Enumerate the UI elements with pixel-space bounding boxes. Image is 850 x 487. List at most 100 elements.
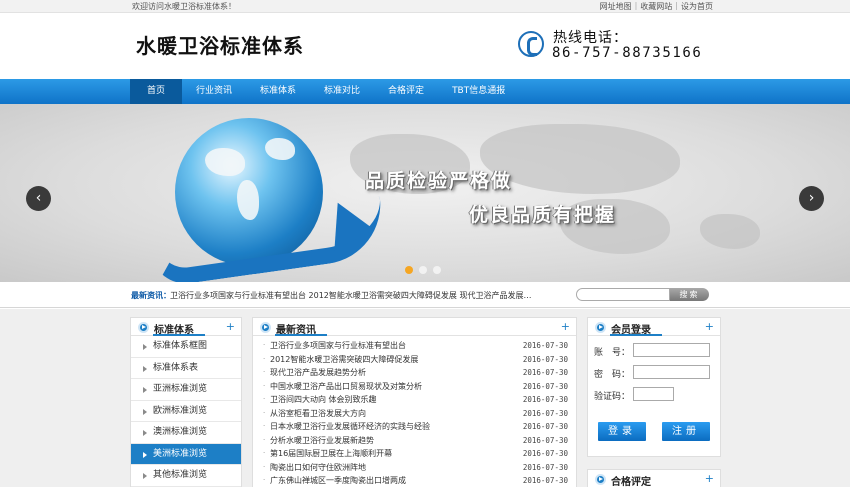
sidebar-item-asia[interactable]: 亚洲标准浏览 <box>131 379 241 401</box>
news-title[interactable]: 分析水暖卫浴行业发展新趋势 <box>270 434 374 448</box>
account-label: 账 号： <box>594 348 631 358</box>
news-ticker-bar: 最新资讯： 卫浴行业多项国家与行业标准有望出台 2012智能水暖卫浴需突破四大障… <box>0 282 850 308</box>
news-item[interactable]: · 分析水暖卫浴行业发展新趋势 2016-07-30 <box>263 434 568 448</box>
captcha-label: 验证码： <box>594 392 631 402</box>
sidebar-item-australia[interactable]: 澳洲标准浏览 <box>131 422 241 444</box>
bullet-icon: · <box>263 381 266 390</box>
nav-conformity[interactable]: 合格评定 <box>374 79 438 104</box>
news-item[interactable]: · 广东佛山禅城区一季度陶瓷出口增两成 2016-07-30 <box>263 474 568 487</box>
main-nav: 首页 行业资讯 标准体系 标准对比 合格评定 TBT信息通报 <box>0 79 850 104</box>
bullet-icon: · <box>263 408 266 417</box>
news-list: · 卫浴行业多项国家与行业标准有望出台 2016-07-30 · 2012智能水暖卫浴需… <box>253 336 576 487</box>
hotline-label: 热线电话： <box>553 30 628 46</box>
more-plus-icon[interactable]: + <box>705 472 714 485</box>
news-date: 2016-07-30 <box>522 341 568 350</box>
top-links: 网址地图 | 收藏网站 | 设为首页 <box>600 1 713 12</box>
news-title[interactable]: 陶瓷出口如何守住欧洲阵地 <box>270 461 366 475</box>
panel-header: 会员登录 + <box>588 318 720 336</box>
bullet-icon: · <box>263 368 266 376</box>
slide-dot-3[interactable] <box>433 266 441 274</box>
news-title[interactable]: 卫浴间四大动向 体会别致乐趣 <box>270 393 377 407</box>
nav-standard-compare[interactable]: 标准对比 <box>310 79 374 104</box>
standard-system-panel: 标准体系 + 标准体系框图 标准体系表 亚洲标准浏览 欧洲标准浏览 澳洲标准浏览… <box>130 317 242 487</box>
sitemap-link[interactable]: 网址地图 <box>600 1 632 12</box>
slide-prev-button[interactable]: ‹ <box>26 186 51 211</box>
news-date: 2016-07-30 <box>522 368 568 377</box>
news-item[interactable]: · 2012智能水暖卫浴需突破四大障碍促发展 2016-07-30 <box>263 353 568 367</box>
news-item[interactable]: · 现代卫浴产品发展趋势分析 2016-07-30 <box>263 366 568 380</box>
more-plus-icon[interactable]: + <box>561 320 570 333</box>
more-plus-icon[interactable]: + <box>705 320 714 333</box>
register-button[interactable]: 注册 <box>662 422 710 441</box>
ticker-label: 最新资讯： <box>131 291 171 300</box>
set-homepage-link[interactable]: 设为首页 <box>681 1 713 12</box>
arrow-badge-icon <box>595 322 606 333</box>
hero-banner: ‹ › 品质检验严格做 优良品质有把握 <box>0 104 850 282</box>
panel-header: 最新资讯 + <box>253 318 576 336</box>
more-plus-icon[interactable]: + <box>226 320 235 333</box>
conformity-panel: 合格评定 + <box>587 469 721 487</box>
content-area: 标准体系 + 标准体系框图 标准体系表 亚洲标准浏览 欧洲标准浏览 澳洲标准浏览… <box>0 309 850 487</box>
news-item[interactable]: · 第16届国际厨卫展在上海顺利开幕 2016-07-30 <box>263 447 568 461</box>
login-button[interactable]: 登录 <box>598 422 646 441</box>
news-title[interactable]: 日本水暖卫浴行业发展循环经济的实践与经验 <box>270 420 430 434</box>
welcome-text: 欢迎访问水暖卫浴标准体系！ <box>132 2 236 11</box>
news-title[interactable]: 第16届国际厨卫展在上海顺利开幕 <box>270 447 392 461</box>
latest-news-panel: 最新资讯 + · 卫浴行业多项国家与行业标准有望出台 2016-07-30 · 2012… <box>252 317 577 487</box>
panel-header: 标准体系 + <box>131 318 241 336</box>
bullet-icon: · <box>263 449 266 457</box>
news-date: 2016-07-30 <box>522 422 568 431</box>
member-login-panel: 会员登录 + 账 号： 密 码： 验证码： 登录 注册 <box>587 317 721 457</box>
nav-home[interactable]: 首页 <box>130 79 182 104</box>
sidebar-item-europe[interactable]: 欧洲标准浏览 <box>131 401 241 422</box>
site-logo[interactable]: 水暖卫浴标准体系 <box>136 30 304 59</box>
hotline-number: 86-757-88735166 <box>552 45 703 61</box>
link-separator: | <box>634 1 638 10</box>
bullet-icon: · <box>263 462 266 471</box>
news-date: 2016-07-30 <box>522 476 568 485</box>
news-date: 2016-07-30 <box>522 395 568 404</box>
panel-title: 合格评定 <box>611 477 651 487</box>
nav-tbt-notice[interactable]: TBT信息通报 <box>438 79 519 104</box>
search-input[interactable] <box>576 288 670 301</box>
news-title[interactable]: 卫浴行业多项国家与行业标准有望出台 <box>270 339 406 353</box>
bullet-icon: · <box>263 341 266 349</box>
news-title[interactable]: 从浴室柜看卫浴发展大方向 <box>270 407 366 421</box>
password-field[interactable] <box>633 365 710 379</box>
captcha-field[interactable] <box>633 387 674 401</box>
search-button[interactable]: 搜索 <box>670 288 709 301</box>
sidebar-item-table[interactable]: 标准体系表 <box>131 358 241 379</box>
arrow-badge-icon <box>260 322 271 333</box>
news-date: 2016-07-30 <box>522 462 568 472</box>
account-field[interactable] <box>633 343 710 357</box>
slide-next-button[interactable]: › <box>799 186 824 211</box>
site-header: 水暖卫浴标准体系 热线电话： 86-757-88735166 <box>0 13 850 79</box>
news-item[interactable]: · 卫浴行业多项国家与行业标准有望出台 2016-07-30 <box>263 339 568 353</box>
bullet-icon: · <box>263 354 266 363</box>
phone-icon <box>518 31 544 57</box>
news-item[interactable]: · 中国水暖卫浴产品出口贸易现状及对策分析 2016-07-30 <box>263 380 568 394</box>
sidebar-item-framework[interactable]: 标准体系框图 <box>131 336 241 358</box>
news-title[interactable]: 现代卫浴产品发展趋势分析 <box>270 366 366 380</box>
news-item[interactable]: · 从浴室柜看卫浴发展大方向 2016-07-30 <box>263 407 568 421</box>
arrow-badge-icon <box>595 474 606 485</box>
slide-dot-1[interactable] <box>405 266 413 274</box>
news-item[interactable]: · 卫浴间四大动向 体会别致乐趣 2016-07-30 <box>263 393 568 407</box>
bookmark-link[interactable]: 收藏网站 <box>640 1 672 12</box>
sidebar-item-america[interactable]: 美洲标准浏览 <box>131 443 241 465</box>
bullet-icon: · <box>263 422 266 430</box>
bullet-icon: · <box>263 476 266 484</box>
ticker-text[interactable]: 卫浴行业多项国家与行业标准有望出台 2012智能水暖卫浴需突破四大障碍促发展 现… <box>170 290 531 301</box>
nav-industry-news[interactable]: 行业资讯 <box>182 79 246 104</box>
news-item[interactable]: · 日本水暖卫浴行业发展循环经济的实践与经验 2016-07-30 <box>263 420 568 434</box>
bullet-icon: · <box>263 435 266 444</box>
nav-standard-system[interactable]: 标准体系 <box>246 79 310 104</box>
slide-dot-2[interactable] <box>419 266 427 274</box>
news-title[interactable]: 广东佛山禅城区一季度陶瓷出口增两成 <box>270 474 406 487</box>
news-item[interactable]: · 陶瓷出口如何守住欧洲阵地 2016-07-30 <box>263 461 568 475</box>
password-label: 密 码： <box>594 370 631 380</box>
news-title[interactable]: 2012智能水暖卫浴需突破四大障碍促发展 <box>270 353 418 367</box>
slide-indicators <box>405 266 441 274</box>
sidebar-item-other[interactable]: 其他标准浏览 <box>131 465 241 487</box>
news-title[interactable]: 中国水暖卫浴产品出口贸易现状及对策分析 <box>270 380 422 394</box>
